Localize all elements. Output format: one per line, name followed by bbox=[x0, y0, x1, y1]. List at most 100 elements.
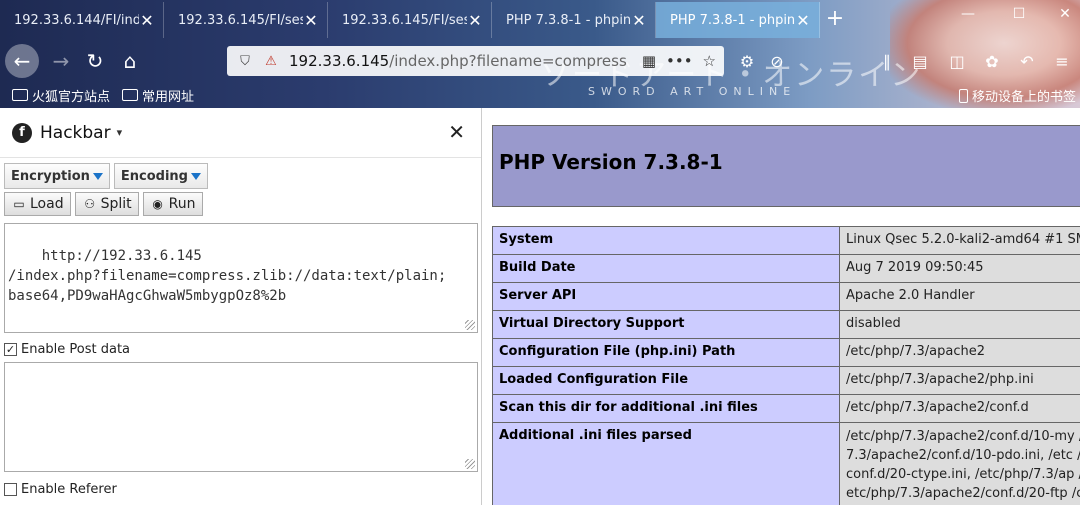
back-arrow-icon[interactable]: ← bbox=[5, 44, 39, 78]
tab-2[interactable]: 192.33.6.145/FI/sessi ✕ bbox=[164, 2, 328, 38]
maximize-icon[interactable]: ☐ bbox=[1006, 6, 1032, 28]
menu-icon[interactable]: ≡ bbox=[1050, 50, 1074, 74]
load-button[interactable]: ▭ Load bbox=[4, 192, 71, 216]
run-button[interactable]: ◉ Run bbox=[142, 192, 203, 216]
table-row: Loaded Configuration File /etc/php/7.3/a… bbox=[492, 366, 1080, 395]
tab-strip: 192.33.6.144/FI/inde ✕ 192.33.6.145/FI/s… bbox=[0, 0, 1080, 38]
bookmark-folder-firefox[interactable]: 火狐官方站点 bbox=[12, 86, 110, 105]
mobile-device-icon bbox=[958, 88, 968, 103]
resize-grip-icon[interactable] bbox=[465, 459, 475, 469]
table-row: Scan this dir for additional .ini files … bbox=[492, 394, 1080, 423]
split-button[interactable]: ⚇ Split bbox=[74, 192, 139, 216]
checkbox-unchecked-icon[interactable] bbox=[4, 483, 17, 496]
row-value: /etc/php/7.3/apache2/conf.d/10-my /7.3/a… bbox=[839, 422, 1080, 505]
row-key: Scan this dir for additional .ini files bbox=[492, 394, 840, 423]
hackbar-logo-icon: f bbox=[12, 122, 32, 143]
bookmark-label: 常用网址 bbox=[142, 89, 195, 105]
tab-4[interactable]: PHP 7.3.8-1 - phpinf ✕ bbox=[492, 2, 656, 38]
url-textarea[interactable]: http://192.33.6.145 /index.php?filename=… bbox=[4, 223, 478, 333]
mobile-bookmarks[interactable]: 移动设备上的书签 bbox=[958, 86, 1076, 105]
row-value: /etc/php/7.3/apache2 bbox=[839, 338, 1080, 367]
library-icon[interactable]: ∥ bbox=[875, 50, 899, 74]
tab-1[interactable]: 192.33.6.144/FI/inde ✕ bbox=[0, 2, 164, 38]
tab-5-active[interactable]: PHP 7.3.8-1 - phpinf ✕ bbox=[656, 2, 820, 38]
split-label: Split bbox=[100, 196, 132, 212]
more-actions-icon[interactable]: ••• bbox=[666, 52, 693, 70]
close-tab-icon[interactable]: ✕ bbox=[631, 11, 647, 30]
close-tab-icon[interactable]: ✕ bbox=[795, 11, 811, 30]
tab-3[interactable]: 192.33.6.145/FI/sessi ✕ bbox=[328, 2, 492, 38]
enable-post-label: Enable Post data bbox=[21, 342, 131, 357]
resize-grip-icon[interactable] bbox=[465, 320, 475, 330]
encoding-dropdown[interactable]: Encoding bbox=[113, 163, 208, 189]
qr-code-icon[interactable]: ▦ bbox=[642, 52, 656, 70]
load-icon: ▭ bbox=[13, 197, 25, 211]
nav-toolbar: ← → ↻ ⌂ ⛉ ⚠ 192.33.6.145 /index.php?file… bbox=[0, 40, 1080, 82]
table-row: Server API Apache 2.0 Handler bbox=[492, 282, 1080, 311]
row-value: disabled bbox=[839, 310, 1080, 339]
tab-label: 192.33.6.145/FI/sessi bbox=[342, 12, 467, 28]
minimize-icon[interactable]: — bbox=[955, 6, 981, 28]
hackbar-action-row: ▭ Load ⚇ Split ◉ Run bbox=[4, 192, 203, 216]
bookmark-folder-common[interactable]: 常用网址 bbox=[122, 86, 194, 105]
tab-label: PHP 7.3.8-1 - phpinf bbox=[670, 12, 795, 28]
phpinfo-page: PHP Version 7.3.8-1 System Linux Qsec 5.… bbox=[483, 108, 1080, 505]
php-version-title: PHP Version 7.3.8-1 bbox=[499, 150, 723, 174]
close-tab-icon[interactable]: ✕ bbox=[467, 11, 483, 30]
folder-icon bbox=[12, 89, 28, 101]
table-row: Additional .ini files parsed /etc/php/7.… bbox=[492, 422, 1080, 505]
encryption-label: Encryption bbox=[11, 168, 90, 184]
new-tab-icon[interactable]: + bbox=[820, 2, 850, 38]
row-value: Linux Qsec 5.2.0-kali2-amd64 #1 SM bbox=[839, 226, 1080, 255]
addon-icon[interactable]: ✿ bbox=[980, 50, 1004, 74]
tab-label: 192.33.6.145/FI/sessi bbox=[178, 12, 303, 28]
enable-referer-label: Enable Referer bbox=[21, 482, 117, 497]
table-row: Virtual Directory Support disabled bbox=[492, 310, 1080, 339]
bookmark-label: 火狐官方站点 bbox=[32, 89, 111, 105]
browser-chrome: ソードアート・オンライン SWORD ART ONLINE 192.33.6.1… bbox=[0, 0, 1080, 108]
window-close-icon[interactable]: ✕ bbox=[1052, 6, 1078, 28]
reload-icon[interactable]: ↻ bbox=[78, 44, 112, 78]
row-key: Build Date bbox=[492, 254, 840, 283]
close-tab-icon[interactable]: ✕ bbox=[303, 11, 319, 30]
insecure-lock-icon[interactable]: ⚠ bbox=[261, 54, 281, 69]
phpinfo-table: System Linux Qsec 5.2.0-kali2-amd64 #1 S… bbox=[492, 226, 1080, 505]
close-tab-icon[interactable]: ✕ bbox=[139, 11, 155, 30]
row-value: Aug 7 2019 09:50:45 bbox=[839, 254, 1080, 283]
table-row: System Linux Qsec 5.2.0-kali2-amd64 #1 S… bbox=[492, 226, 1080, 255]
bookmarks-bar: 火狐官方站点 常用网址 移动设备上的书签 bbox=[0, 84, 1080, 106]
url-bar[interactable]: ⛉ ⚠ 192.33.6.145 /index.php?filename=com… bbox=[227, 46, 724, 76]
blocked-icon[interactable]: ⊘ bbox=[765, 50, 789, 74]
url-host: 192.33.6.145 bbox=[289, 52, 390, 70]
table-row: Configuration File (php.ini) Path /etc/p… bbox=[492, 338, 1080, 367]
enable-post-toggle[interactable]: ✓ Enable Post data bbox=[4, 342, 130, 357]
post-data-textarea[interactable] bbox=[4, 362, 478, 472]
checkbox-checked-icon[interactable]: ✓ bbox=[4, 343, 17, 356]
home-icon[interactable]: ⌂ bbox=[113, 44, 147, 78]
mobile-bookmarks-label: 移动设备上的书签 bbox=[971, 90, 1076, 105]
bookmark-star-icon[interactable]: ☆ bbox=[703, 52, 716, 70]
encryption-dropdown[interactable]: Encryption bbox=[4, 163, 110, 189]
chevron-down-icon[interactable]: ▾ bbox=[117, 126, 123, 139]
url-path: /index.php?filename=compress bbox=[389, 52, 627, 70]
folder-icon bbox=[122, 89, 139, 101]
hackbar-panel: f Hackbar ▾ ✕ Encryption Encoding ▭ Load… bbox=[0, 108, 482, 505]
row-key: Server API bbox=[492, 282, 840, 311]
shield-icon[interactable]: ⛉ bbox=[235, 54, 255, 69]
url-textarea-value: http://192.33.6.145 /index.php?filename=… bbox=[8, 248, 447, 304]
sidebar-icon[interactable]: ▤ bbox=[908, 50, 932, 74]
row-key: Loaded Configuration File bbox=[492, 366, 840, 395]
row-value: Apache 2.0 Handler bbox=[839, 282, 1080, 311]
tab-label: 192.33.6.144/FI/inde bbox=[14, 12, 139, 28]
dropdown-arrow-icon bbox=[92, 172, 103, 180]
undo-icon[interactable]: ↶ bbox=[1015, 50, 1039, 74]
url-actions: ▦ ••• ☆ bbox=[642, 52, 724, 70]
encoding-label: Encoding bbox=[120, 168, 188, 184]
forward-arrow-icon[interactable]: → bbox=[44, 44, 78, 78]
enable-referer-toggle[interactable]: Enable Referer bbox=[4, 482, 117, 497]
hackbar-title[interactable]: Hackbar bbox=[40, 123, 111, 143]
row-value: /etc/php/7.3/apache2/php.ini bbox=[839, 366, 1080, 395]
extension-icon[interactable]: ⚙ bbox=[735, 50, 759, 74]
screenshot-icon[interactable]: ◫ bbox=[945, 50, 969, 74]
close-panel-icon[interactable]: ✕ bbox=[448, 120, 465, 144]
